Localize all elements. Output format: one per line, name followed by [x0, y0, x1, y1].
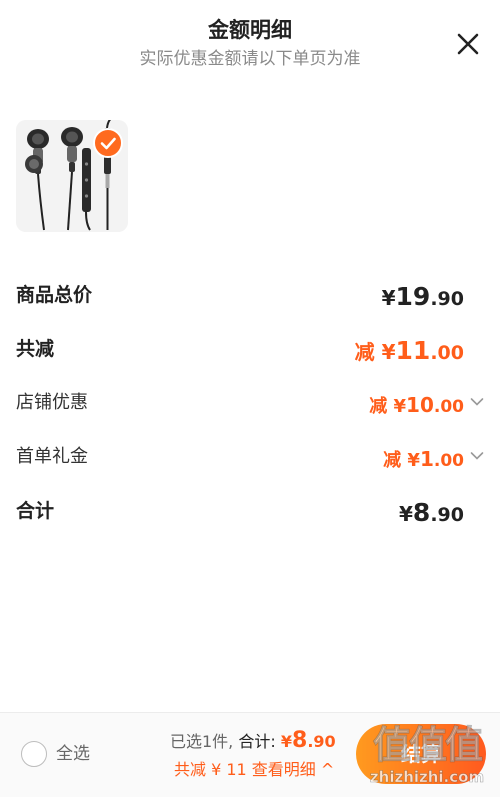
- row-amount: ¥19.90: [381, 282, 464, 311]
- row-amount: 减 ¥10.00: [369, 393, 464, 417]
- row-store-discount[interactable]: 店铺优惠 减 ¥10.00: [16, 388, 484, 422]
- total-currency: ¥: [280, 732, 293, 751]
- select-all-label[interactable]: 全选: [56, 743, 90, 765]
- close-icon[interactable]: [452, 28, 484, 60]
- check-mark-icon: [100, 137, 116, 150]
- detail-header: 金额明细 实际优惠金额请以下单页为准: [0, 0, 500, 90]
- row-amount: 减 ¥1.00: [383, 447, 464, 471]
- row-first-order-gift[interactable]: 首单礼金 减 ¥1.00: [16, 442, 484, 476]
- total-decimal: .90: [307, 732, 336, 751]
- selected-count: 已选1件,: [170, 732, 234, 751]
- row-label: 合计: [16, 500, 55, 522]
- row-label: 首单礼金: [16, 446, 88, 467]
- row-label: 共减: [16, 338, 55, 360]
- chevron-down-icon[interactable]: [470, 397, 484, 407]
- row-amount: ¥8.90: [399, 498, 464, 527]
- row-label: 商品总价: [16, 284, 93, 306]
- view-detail-link[interactable]: 共减 ¥ 11 查看明细 ^: [174, 759, 334, 781]
- chevron-down-icon[interactable]: [470, 451, 484, 461]
- selected-check-icon[interactable]: [93, 128, 123, 158]
- checkout-button[interactable]: 结算: [356, 724, 486, 784]
- row-subtotal: 合计 ¥8.90: [16, 496, 484, 530]
- row-total-reduction: 共减 减 ¥11.00: [16, 334, 484, 368]
- total-integer: 8: [292, 728, 308, 753]
- page-subtitle: 实际优惠金额请以下单页为准: [139, 49, 361, 69]
- page-title: 金额明细: [208, 18, 292, 42]
- row-label: 店铺优惠: [16, 392, 88, 413]
- row-amount: 减 ¥11.00: [354, 336, 464, 365]
- row-total-price: 商品总价 ¥19.90: [16, 280, 484, 314]
- selection-summary: 已选1件, 合计: ¥8.90: [170, 728, 336, 755]
- total-label: 合计:: [238, 732, 276, 751]
- select-all-radio[interactable]: [21, 741, 47, 767]
